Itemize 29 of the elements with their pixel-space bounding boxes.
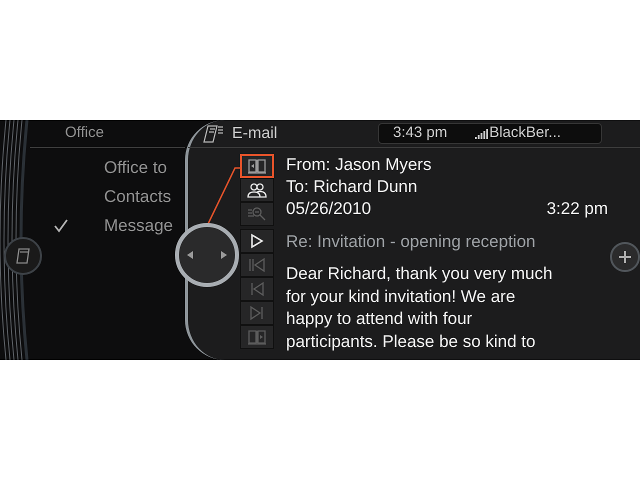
notebook-icon — [202, 124, 224, 144]
sender: From: Jason Myers — [286, 154, 432, 176]
date: 05/26/2010 — [286, 198, 372, 220]
time: 3:22 pm — [546, 198, 608, 220]
notes-button[interactable] — [4, 237, 42, 275]
book-icon — [247, 158, 267, 174]
plus-icon — [619, 251, 631, 263]
notebook-icon — [15, 247, 31, 265]
play-icon — [250, 233, 264, 249]
clock: 3:43 pm — [393, 123, 448, 144]
menu-item[interactable]: Office to — [30, 153, 167, 182]
signal-icon — [475, 128, 490, 138]
contacts-icon — [247, 182, 267, 198]
sidebar-title: Office — [65, 123, 104, 144]
previous-icon — [249, 281, 265, 297]
recipient: To: Richard Dunn — [286, 176, 418, 198]
book-play-icon — [247, 329, 267, 345]
subject: Re: Invitation - opening reception — [286, 231, 536, 253]
toolbar-button[interactable] — [240, 229, 274, 253]
screen-title: E-mail — [232, 124, 278, 144]
next-icon — [249, 305, 265, 321]
toolbar-button[interactable] — [240, 178, 274, 202]
message-body: Dear Richard, thank you very much for your kind invitation! We are happy to attend with four participants. Please be so kind to — [286, 263, 554, 352]
menu-item[interactable]: Contacts — [30, 182, 172, 211]
menu-item[interactable]: Message — [30, 211, 173, 240]
device-name: BlackBer... — [489, 123, 561, 144]
search-icon — [247, 206, 267, 222]
arrows-icon — [187, 250, 227, 260]
skip-back-icon — [248, 257, 266, 273]
